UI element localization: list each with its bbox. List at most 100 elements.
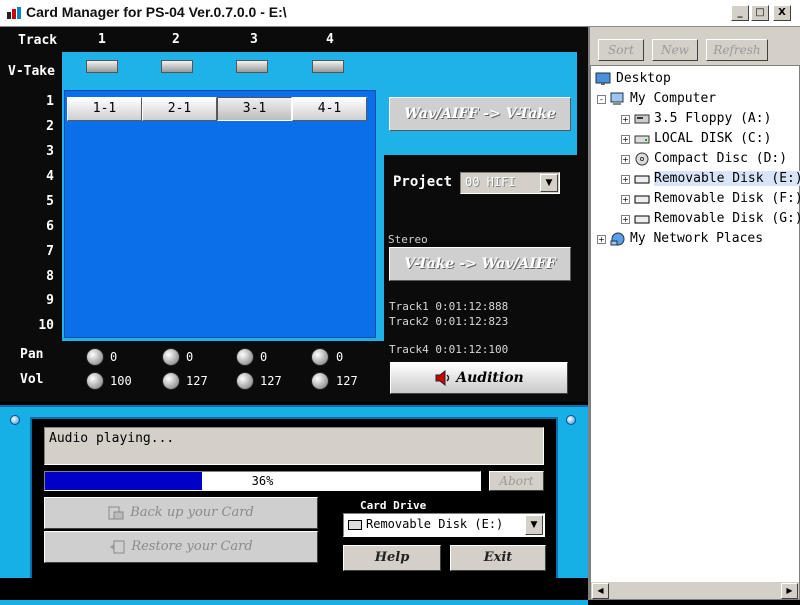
tree-item-desktop[interactable]: Desktop (595, 70, 671, 88)
minimize-button[interactable]: _ (731, 5, 749, 21)
maximize-button[interactable]: □ (751, 5, 769, 21)
track-info-line: Track2 0:01:12:823 (389, 315, 509, 328)
audition-button[interactable]: Audition (390, 362, 568, 394)
project-select[interactable]: 00 HIFI ▼ (460, 172, 560, 194)
expand-icon[interactable]: + (621, 195, 630, 204)
back-up-card-button[interactable]: Back up your Card (44, 497, 318, 529)
vtake-button-1[interactable] (86, 60, 118, 73)
vol-knob-3[interactable] (236, 372, 254, 390)
card-drive-label: Card Drive (360, 499, 427, 512)
scroll-right-icon[interactable]: ▶ (781, 583, 798, 599)
scroll-left-icon[interactable]: ◀ (592, 583, 609, 599)
status-text: Audio playing... (49, 431, 175, 446)
tree-item-removable-g[interactable]: Removable Disk (G:) (633, 210, 800, 228)
project-value: 00 HIFI (465, 175, 516, 189)
help-button[interactable]: Help (343, 545, 441, 571)
expand-icon[interactable]: + (621, 135, 630, 144)
expand-icon[interactable]: + (621, 155, 630, 164)
vtake-to-wav-button[interactable]: V-Take -> Wav/AIFF (389, 247, 571, 281)
track-grid-frame: 1-1 2-1 3-1 4-1 (62, 87, 384, 341)
expand-icon[interactable]: + (621, 215, 630, 224)
pan-knob-4[interactable] (311, 348, 329, 366)
restore-card-button[interactable]: Restore your Card (44, 531, 318, 563)
card-drive-select[interactable]: Removable Disk (E:) ▼ (343, 513, 545, 537)
vol-knob-1[interactable] (86, 372, 104, 390)
track-label: Track (18, 33, 58, 48)
pan-knob-3[interactable] (236, 348, 254, 366)
app-icon (7, 7, 21, 19)
exit-button[interactable]: Exit (450, 545, 546, 571)
expand-icon[interactable]: + (621, 175, 630, 184)
disk-icon (634, 135, 650, 143)
bottom-strip (0, 578, 588, 600)
close-button[interactable]: X (773, 5, 791, 21)
chevron-down-icon[interactable]: ▼ (540, 174, 558, 192)
restore-icon (110, 540, 125, 553)
vtake-button-3[interactable] (236, 60, 268, 73)
collapse-icon[interactable]: - (597, 95, 606, 104)
track-column-3: 3 (250, 32, 258, 47)
vol-value-1: 100 (110, 374, 132, 388)
row-number: 8 (46, 269, 54, 284)
sort-button[interactable]: Sort (598, 39, 644, 61)
vtake-label: V-Take (8, 64, 55, 79)
pan-knob-2[interactable] (162, 348, 180, 366)
vtake-button-4[interactable] (312, 60, 344, 73)
screw-icon (566, 415, 576, 425)
chevron-down-icon[interactable]: ▼ (525, 515, 543, 535)
pan-value-1: 0 (110, 350, 118, 364)
new-button[interactable]: New (652, 39, 698, 61)
vol-knob-4[interactable] (311, 372, 329, 390)
pan-knob-1[interactable] (86, 348, 104, 366)
track-tab-3-1[interactable]: 3-1 (217, 97, 292, 121)
tree-item-floppy[interactable]: 3.5 Floppy (A:) (633, 110, 771, 128)
vol-value-3: 127 (260, 374, 282, 388)
abort-button[interactable]: Abort (489, 471, 544, 491)
backup-icon (108, 506, 124, 519)
row-number: 2 (46, 119, 54, 134)
tree-item-compact-disc[interactable]: Compact Disc (D:) (633, 150, 787, 168)
refresh-button[interactable]: Refresh (706, 39, 768, 61)
speaker-icon (435, 369, 450, 387)
track-column-2: 2 (172, 32, 180, 47)
tree-item-local-disk[interactable]: LOCAL DISK (C:) (633, 130, 771, 148)
track-panel: Track 1 2 3 4 V-Take 1 2 3 4 5 6 7 8 9 1… (0, 27, 588, 402)
tree-item-removable-f[interactable]: Removable Disk (F:) (633, 190, 800, 208)
row-number: 5 (46, 194, 54, 209)
row-number: 3 (46, 144, 54, 159)
vtake-button-2[interactable] (161, 60, 193, 73)
progress-bar: 36% (44, 471, 481, 491)
explorer-panel: Sort New Refresh Desktop - My Computer +… (588, 27, 800, 600)
track-tab-2-1[interactable]: 2-1 (142, 97, 217, 121)
project-label: Project (393, 174, 453, 190)
wav-to-vtake-button[interactable]: Wav/AIFF -> V-Take (389, 97, 571, 131)
tree-item-network[interactable]: My Network Places (609, 230, 763, 248)
tree-item-removable-e[interactable]: Removable Disk (E:) (633, 170, 800, 188)
main-panel: Track 1 2 3 4 V-Take 1 2 3 4 5 6 7 8 9 1… (0, 27, 588, 605)
pan-label: Pan (20, 347, 44, 362)
tree-item-my-computer[interactable]: My Computer (609, 90, 716, 108)
back-up-card-label: Back up your Card (130, 505, 254, 520)
track-tab-4-1[interactable]: 4-1 (292, 97, 367, 121)
pan-value-4: 0 (336, 350, 344, 364)
horizontal-scrollbar[interactable]: ◀ ▶ (591, 581, 799, 599)
track-tab-1-1[interactable]: 1-1 (67, 97, 142, 121)
row-number: 4 (46, 169, 54, 184)
vol-value-4: 127 (336, 374, 358, 388)
pan-value-3: 0 (260, 350, 268, 364)
removable-disk-icon (348, 520, 362, 530)
app-window: Card Manager for PS-04 Ver.0.7.0.0 - E:\… (0, 0, 800, 605)
title-bar: Card Manager for PS-04 Ver.0.7.0.0 - E:\… (0, 0, 800, 27)
pan-value-2: 0 (186, 350, 194, 364)
track-grid[interactable]: 1-1 2-1 3-1 4-1 (64, 90, 376, 338)
expand-icon[interactable]: + (621, 115, 630, 124)
vtake-bar (62, 52, 577, 87)
track-column-1: 1 (98, 32, 106, 47)
card-drive-value: Removable Disk (E:) (366, 517, 504, 531)
vol-label: Vol (20, 372, 44, 387)
expand-icon[interactable]: + (597, 235, 606, 244)
vol-knob-2[interactable] (162, 372, 180, 390)
network-icon (610, 232, 625, 245)
card-panel-inner: Audio playing... 36% Abort Back up your … (30, 417, 558, 593)
vol-value-2: 127 (186, 374, 208, 388)
